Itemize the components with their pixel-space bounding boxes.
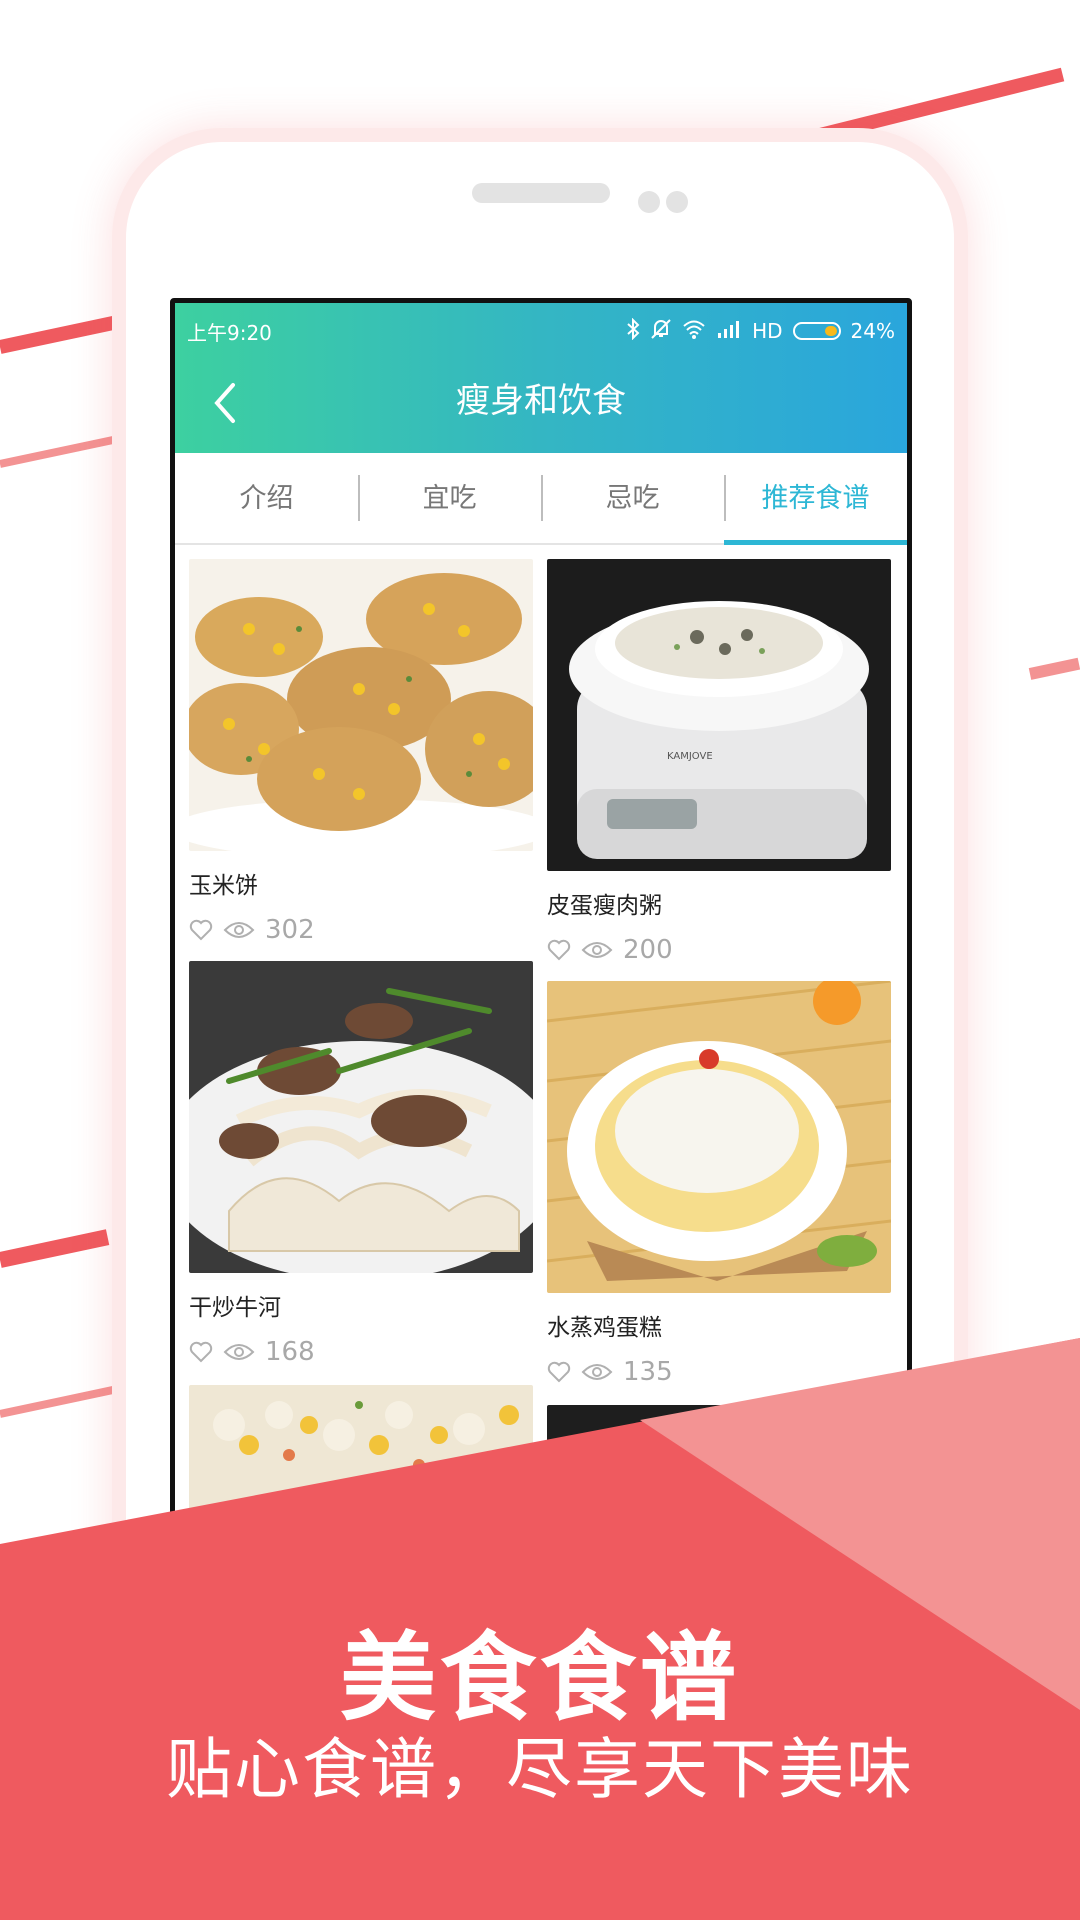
banner-subline: 贴心食谱，尽享天下美味 (166, 1731, 914, 1808)
